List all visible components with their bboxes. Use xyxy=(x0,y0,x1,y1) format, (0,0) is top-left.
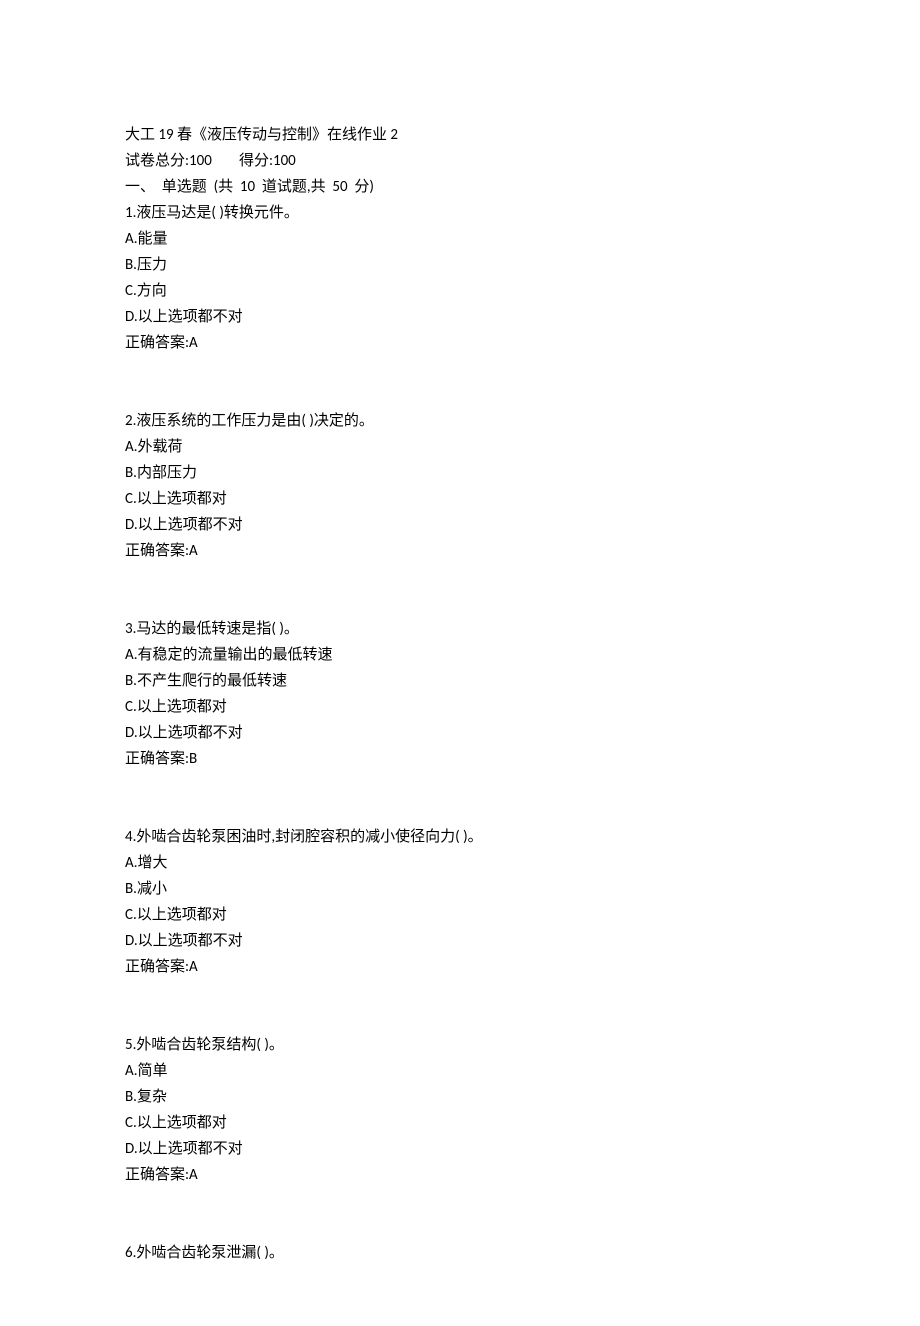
question-option: B.复杂 xyxy=(125,1084,795,1110)
question-option: D.以上选项都不对 xyxy=(125,512,795,538)
question-6: 6.外啮合齿轮泵泄漏( )。 xyxy=(125,1240,795,1266)
question-stem: 3.马达的最低转速是指( )。 xyxy=(125,616,795,642)
question-option: D.以上选项都不对 xyxy=(125,1136,795,1162)
question-1: 1.液压马达是( )转换元件。 A.能量 B.压力 C.方向 D.以上选项都不对… xyxy=(125,200,795,356)
question-option: A.能量 xyxy=(125,226,795,252)
question-5: 5.外啮合齿轮泵结构( )。 A.简单 B.复杂 C.以上选项都对 D.以上选项… xyxy=(125,1032,795,1188)
question-stem: 4.外啮合齿轮泵困油时,封闭腔容积的减小使径向力( )。 xyxy=(125,824,795,850)
question-option: B.内部压力 xyxy=(125,460,795,486)
question-option: B.不产生爬行的最低转速 xyxy=(125,668,795,694)
question-option: C.以上选项都对 xyxy=(125,902,795,928)
question-option: C.以上选项都对 xyxy=(125,1110,795,1136)
question-option: A.外载荷 xyxy=(125,434,795,460)
question-answer: 正确答案:A xyxy=(125,954,795,980)
question-option: C.方向 xyxy=(125,278,795,304)
question-answer: 正确答案:A xyxy=(125,1162,795,1188)
question-stem: 2.液压系统的工作压力是由( )决定的。 xyxy=(125,408,795,434)
question-option: D.以上选项都不对 xyxy=(125,928,795,954)
question-option: A.有稳定的流量输出的最低转速 xyxy=(125,642,795,668)
question-option: B.压力 xyxy=(125,252,795,278)
question-option: A.增大 xyxy=(125,850,795,876)
question-answer: 正确答案:B xyxy=(125,746,795,772)
section-header: 一、 单选题 (共 10 道试题,共 50 分) xyxy=(125,174,795,200)
header-block: 大工 19 春《液压传动与控制》在线作业 2 试卷总分:100 得分:100 一… xyxy=(125,122,795,356)
question-option: D.以上选项都不对 xyxy=(125,720,795,746)
question-4: 4.外啮合齿轮泵困油时,封闭腔容积的减小使径向力( )。 A.增大 B.减小 C… xyxy=(125,824,795,980)
question-answer: 正确答案:A xyxy=(125,330,795,356)
doc-title: 大工 19 春《液压传动与控制》在线作业 2 xyxy=(125,122,795,148)
score-line: 试卷总分:100 得分:100 xyxy=(125,148,795,174)
question-stem: 5.外啮合齿轮泵结构( )。 xyxy=(125,1032,795,1058)
question-stem: 1.液压马达是( )转换元件。 xyxy=(125,200,795,226)
question-option: D.以上选项都不对 xyxy=(125,304,795,330)
question-answer: 正确答案:A xyxy=(125,538,795,564)
question-option: B.减小 xyxy=(125,876,795,902)
document-page: 大工 19 春《液压传动与控制》在线作业 2 试卷总分:100 得分:100 一… xyxy=(0,0,920,1326)
question-stem: 6.外啮合齿轮泵泄漏( )。 xyxy=(125,1240,795,1266)
question-3: 3.马达的最低转速是指( )。 A.有稳定的流量输出的最低转速 B.不产生爬行的… xyxy=(125,616,795,772)
question-option: A.简单 xyxy=(125,1058,795,1084)
question-2: 2.液压系统的工作压力是由( )决定的。 A.外载荷 B.内部压力 C.以上选项… xyxy=(125,408,795,564)
question-option: C.以上选项都对 xyxy=(125,694,795,720)
question-option: C.以上选项都对 xyxy=(125,486,795,512)
